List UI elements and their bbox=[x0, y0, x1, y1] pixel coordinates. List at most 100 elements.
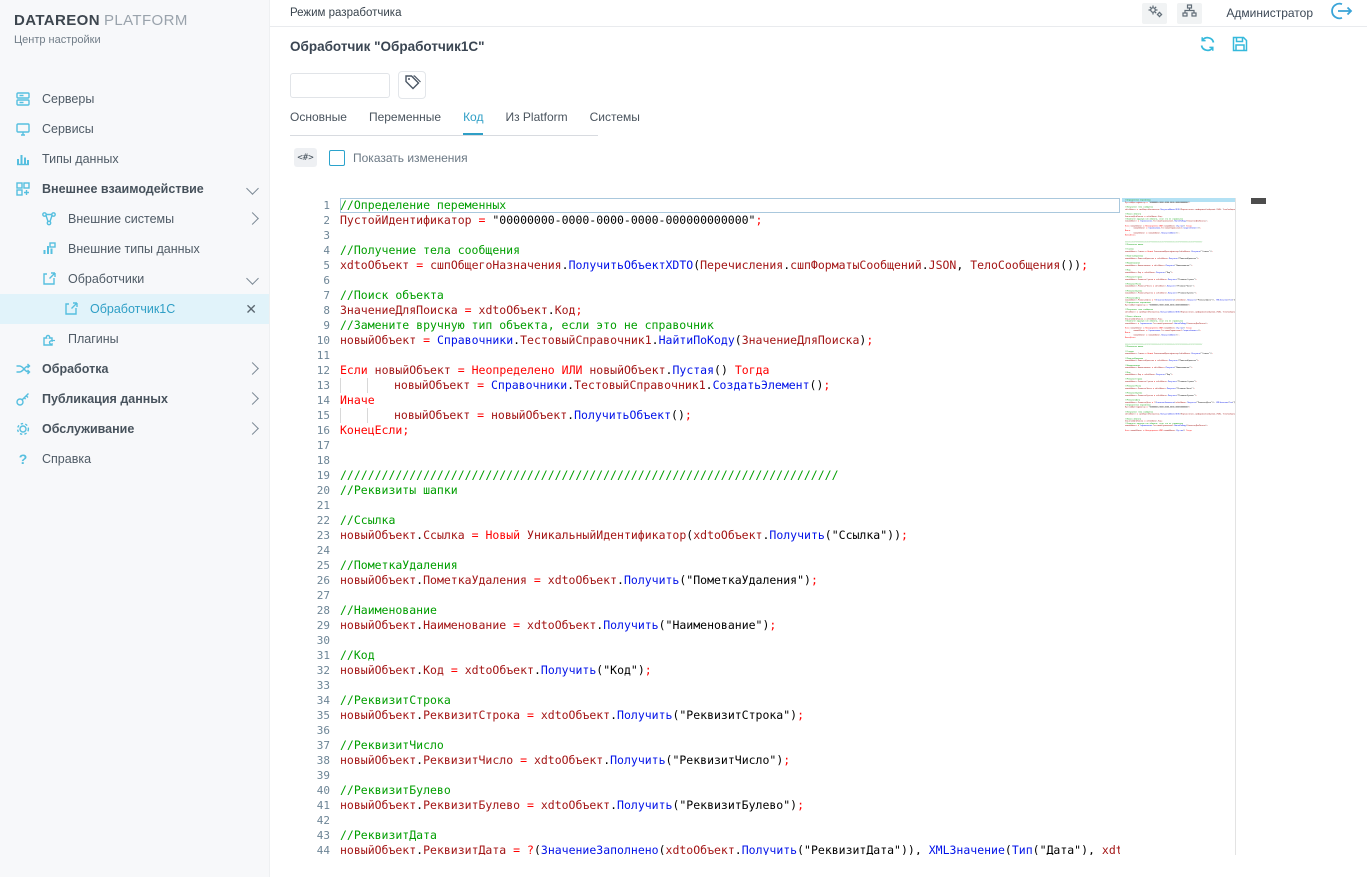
sitemap-icon bbox=[1182, 4, 1197, 22]
sidebar-item-label: Внешнее взаимодействие bbox=[42, 182, 204, 196]
code-line[interactable]: КонецЕсли; bbox=[340, 423, 1120, 438]
code-line[interactable] bbox=[340, 348, 1120, 363]
code-line[interactable]: новыйОбъект.РеквизитДата = ?(ЗначениеЗап… bbox=[340, 843, 1120, 855]
sidebar-item-4[interactable]: Внешние системы bbox=[0, 204, 269, 234]
sidebar-item-1[interactable]: Сервисы bbox=[0, 114, 269, 144]
tab-3[interactable]: Из Platform bbox=[505, 104, 567, 135]
logo-primary: DATAREON bbox=[14, 12, 100, 29]
servers-icon bbox=[14, 90, 32, 108]
sidebar-item-label: Обработка bbox=[42, 362, 108, 376]
publication-icon bbox=[14, 390, 32, 408]
save-button[interactable] bbox=[1232, 36, 1248, 57]
developer-mode-label: Режим разработчика bbox=[290, 7, 401, 19]
tag-icon bbox=[404, 74, 421, 96]
refresh-button[interactable] bbox=[1199, 36, 1216, 57]
code-line[interactable]: новыйОбъект.Наименование = xdtoОбъект.По… bbox=[340, 618, 1120, 633]
code-line[interactable]: //ПометкаУдаления bbox=[340, 558, 1120, 573]
sidebar-item-8[interactable]: Плагины bbox=[0, 324, 269, 354]
sidebar-item-9[interactable]: Обработка bbox=[0, 354, 269, 384]
sidebar-item-label: Сервисы bbox=[42, 122, 94, 136]
tab-0[interactable]: Основные bbox=[290, 104, 347, 135]
minimap[interactable]: //Определение переменныхПустойИдентифика… bbox=[1122, 198, 1236, 855]
tag-input[interactable] bbox=[290, 73, 390, 98]
code-line[interactable]: новыйОбъект.Ссылка = Новый УникальныйИде… bbox=[340, 528, 1120, 543]
code-line[interactable] bbox=[340, 813, 1120, 828]
sidebar-item-7[interactable]: Обработчик1С ✕ bbox=[0, 294, 269, 324]
chevron-right-icon[interactable] bbox=[248, 363, 257, 375]
code-line[interactable] bbox=[340, 633, 1120, 648]
sidebar-item-2[interactable]: Типы данных bbox=[0, 144, 269, 174]
code-line[interactable] bbox=[340, 723, 1120, 738]
sidebar-item-12[interactable]: ?Справка bbox=[0, 444, 269, 474]
logout-button[interactable] bbox=[1329, 2, 1353, 25]
page-header: Обработчик "Обработчик1С" bbox=[290, 36, 1262, 56]
code-line[interactable]: //РеквизитБулево bbox=[340, 783, 1120, 798]
code-line[interactable]: ////////////////////////////////////////… bbox=[340, 468, 1120, 483]
code-line[interactable]: новыйОбъект = Справочники.ТестовыйСправо… bbox=[340, 378, 1120, 393]
code-line[interactable]: новыйОбъект.РеквизитСтрока = xdtoОбъект.… bbox=[340, 708, 1120, 723]
tab-bar: ОсновныеПеременныеКодИз PlatformСистемы bbox=[290, 104, 598, 136]
sidebar-item-6[interactable]: Обработчики bbox=[0, 264, 269, 294]
code-line[interactable] bbox=[340, 453, 1120, 468]
sidebar-item-label: Типы данных bbox=[42, 152, 119, 166]
tab-4[interactable]: Системы bbox=[590, 104, 640, 135]
code-line[interactable] bbox=[340, 273, 1120, 288]
code-editor[interactable]: 1234567891011121314151617181920212223242… bbox=[296, 198, 1268, 855]
code-line[interactable]: //Получение тела сообщения bbox=[340, 243, 1120, 258]
code-line[interactable] bbox=[340, 498, 1120, 513]
code-line[interactable]: Иначе bbox=[340, 393, 1120, 408]
chevron-down-icon[interactable] bbox=[248, 183, 257, 195]
code-line[interactable]: //РеквизитСтрока bbox=[340, 693, 1120, 708]
code-line[interactable]: xdtoОбъект = сшпОбщегоНазначения.Получит… bbox=[340, 258, 1120, 273]
code-line[interactable] bbox=[340, 228, 1120, 243]
scrollbar-thumb[interactable] bbox=[1251, 198, 1266, 204]
add-tag-button[interactable] bbox=[398, 71, 426, 99]
code-line[interactable]: ПустойИдентификатор = "00000000-0000-000… bbox=[340, 213, 1120, 228]
code-line[interactable] bbox=[340, 543, 1120, 558]
code-line[interactable]: //Поиск объекта bbox=[340, 288, 1120, 303]
chevron-down-icon[interactable] bbox=[248, 273, 257, 285]
code-line[interactable] bbox=[340, 678, 1120, 693]
code-line[interactable]: новыйОбъект = Справочники.ТестовыйСправо… bbox=[340, 333, 1120, 348]
code-line[interactable]: Если новыйОбъект = Неопределено ИЛИ новы… bbox=[340, 363, 1120, 378]
code-line[interactable]: новыйОбъект = новыйОбъект.ПолучитьОбъект… bbox=[340, 408, 1120, 423]
tab-1[interactable]: Переменные bbox=[369, 104, 441, 135]
code-line[interactable]: //Реквизиты шапки bbox=[340, 483, 1120, 498]
code-line[interactable] bbox=[340, 588, 1120, 603]
settings-button[interactable] bbox=[1142, 3, 1167, 24]
hierarchy-button[interactable] bbox=[1177, 3, 1202, 24]
topbar: Режим разработчика Администра bbox=[270, 0, 1367, 27]
close-icon[interactable]: ✕ bbox=[245, 302, 257, 316]
code-line[interactable]: новыйОбъект.РеквизитБулево = xdtoОбъект.… bbox=[340, 798, 1120, 813]
sidebar-item-label: Обслуживание bbox=[42, 422, 134, 436]
sidebar-item-label: Обработчик1С bbox=[90, 302, 175, 316]
code-line[interactable]: //РеквизитДата bbox=[340, 828, 1120, 843]
chevron-right-icon[interactable] bbox=[248, 213, 257, 225]
sidebar-item-0[interactable]: Серверы bbox=[0, 84, 269, 114]
sidebar-item-3[interactable]: Внешнее взаимодействие bbox=[0, 174, 269, 204]
sidebar-item-11[interactable]: Обслуживание bbox=[0, 414, 269, 444]
sidebar-item-label: Плагины bbox=[68, 332, 119, 346]
sidebar-item-10[interactable]: Публикация данных bbox=[0, 384, 269, 414]
code-line[interactable]: ЗначениеДляПоиска = xdtoОбъект.Код; bbox=[340, 303, 1120, 318]
code-line[interactable]: //Наименование bbox=[340, 603, 1120, 618]
code-line[interactable]: новыйОбъект.ПометкаУдаления = xdtoОбъект… bbox=[340, 573, 1120, 588]
sidebar-item-label: Публикация данных bbox=[42, 392, 168, 406]
show-changes-checkbox[interactable] bbox=[329, 150, 345, 166]
code-content[interactable]: //Определение переменныхПустойИдентифика… bbox=[340, 198, 1120, 855]
code-line[interactable]: //РеквизитЧисло bbox=[340, 738, 1120, 753]
code-line[interactable]: новыйОбъект.Код = xdtoОбъект.Получить("К… bbox=[340, 663, 1120, 678]
tab-2[interactable]: Код bbox=[463, 104, 483, 135]
code-line[interactable] bbox=[340, 768, 1120, 783]
code-line[interactable]: //Код bbox=[340, 648, 1120, 663]
code-line[interactable]: //Ссылка bbox=[340, 513, 1120, 528]
chevron-right-icon[interactable] bbox=[248, 393, 257, 405]
code-line[interactable]: //Замените вручную тип объекта, если это… bbox=[340, 318, 1120, 333]
code-line[interactable]: //Определение переменных bbox=[340, 198, 1120, 213]
sidebar-item-5[interactable]: Внешние типы данных bbox=[0, 234, 269, 264]
snippet-button[interactable]: <#> bbox=[294, 148, 317, 167]
code-line[interactable] bbox=[340, 438, 1120, 453]
chevron-right-icon[interactable] bbox=[248, 423, 257, 435]
code-line[interactable]: новыйОбъект.РеквизитЧисло = xdtoОбъект.П… bbox=[340, 753, 1120, 768]
data-types-icon bbox=[14, 150, 32, 168]
